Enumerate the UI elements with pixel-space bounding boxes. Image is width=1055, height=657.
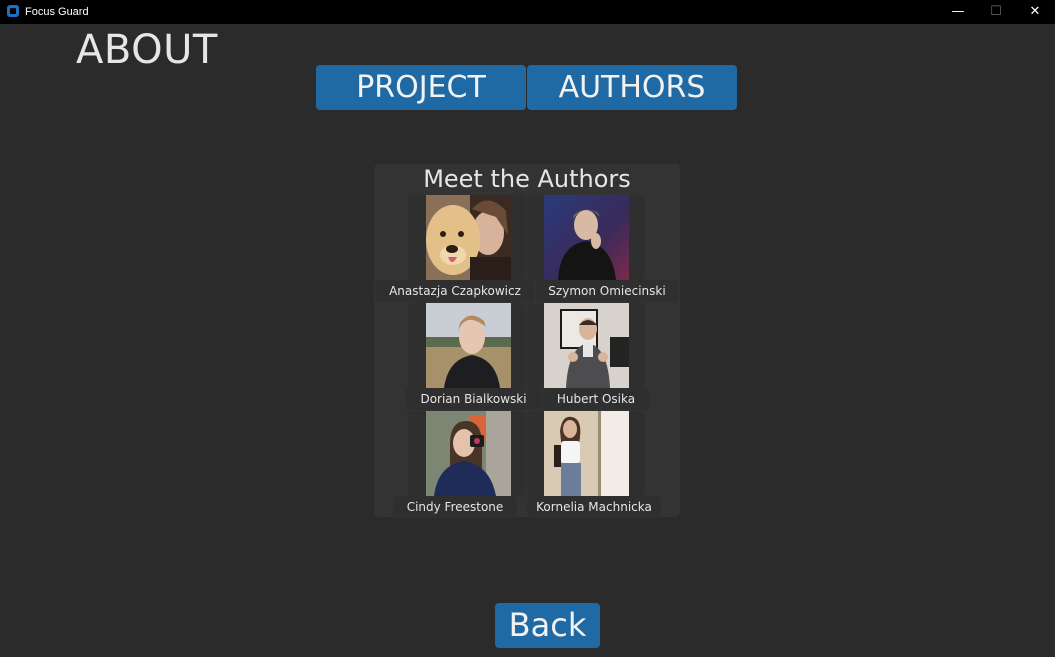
author-name: Hubert Osika xyxy=(543,388,649,410)
author-photo-szymon xyxy=(544,195,629,280)
author-photo-hubert xyxy=(544,303,629,388)
window-title: Focus Guard xyxy=(25,6,89,18)
tab-authors[interactable]: AUTHORS xyxy=(527,65,737,110)
author-photo-dorian xyxy=(426,303,511,388)
authors-section-title: Meet the Authors xyxy=(423,165,631,193)
page-title: ABOUT xyxy=(76,27,218,73)
close-button[interactable]: ✕ xyxy=(1012,0,1055,24)
title-bar: Focus Guard — ☐ ✕ xyxy=(0,0,1055,24)
tab-project[interactable]: PROJECT xyxy=(316,65,526,110)
author-name: Dorian Bialkowski xyxy=(405,388,542,410)
author-name: Kornelia Machnicka xyxy=(527,496,661,518)
app-window: Focus Guard — ☐ ✕ ABOUT PROJECT AUTHORS … xyxy=(0,0,1055,657)
author-name: Szymon Omiecinski xyxy=(536,280,678,302)
author-photo-kornelia xyxy=(544,411,629,496)
author-photo-anastazja xyxy=(426,195,511,280)
author-name: Anastazja Czapkowicz xyxy=(375,280,535,302)
author-photo-cindy xyxy=(426,411,511,496)
back-button[interactable]: Back xyxy=(495,603,600,648)
app-logo-icon xyxy=(7,5,19,17)
author-name: Cindy Freestone xyxy=(393,496,517,518)
